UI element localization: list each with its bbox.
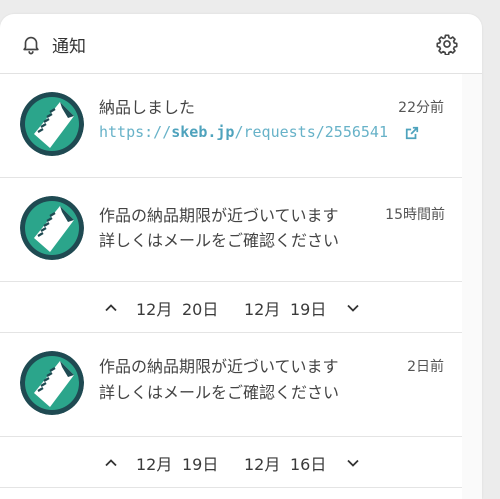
notification-item[interactable]: 作品の納品期限が近づいています 15時間前 詳しくはメールをご確認ください (0, 178, 462, 282)
date-from-month: 12月 (136, 455, 173, 474)
notification-time: 15時間前 (385, 207, 445, 223)
notification-panel: 通知 納品しました 22分前 https://skeb.jp/requests/… (0, 14, 482, 499)
link-prefix: https:// (99, 123, 172, 141)
notification-time: 2日前 (407, 359, 444, 375)
date-to-month: 12月 (244, 300, 281, 319)
link-domain: skeb.jp (171, 123, 235, 141)
panel-title: 通知 (52, 37, 86, 57)
avatar (20, 351, 84, 415)
panel-header: 通知 (0, 14, 482, 74)
notification-time: 22分前 (398, 100, 444, 116)
notification-message: 納品しました (99, 98, 196, 117)
notification-item[interactable]: 作品の納品期限が近づいています 2日前 詳しくはメールをご確認ください (0, 333, 462, 437)
date-from-month: 12月 (136, 300, 173, 319)
external-link-icon[interactable] (405, 126, 419, 140)
bell-icon (23, 36, 39, 55)
avatar (20, 92, 84, 156)
notification-list: 納品しました 22分前 https://skeb.jp/requests/255… (0, 74, 462, 499)
notification-item[interactable]: 納品しました 22分前 https://skeb.jp/requests/255… (0, 74, 462, 178)
notification-message: 作品の納品期限が近づいています (99, 206, 339, 225)
date-from-day: 20日 (182, 300, 219, 319)
avatar (20, 196, 84, 260)
chevron-down-icon[interactable] (346, 456, 360, 470)
request-link[interactable]: https://skeb.jp/requests/2556541 (99, 123, 388, 141)
date-pager: 12月 20日 12月 19日 (0, 282, 462, 333)
date-to-month: 12月 (244, 455, 281, 474)
notification-detail: 詳しくはメールをご確認ください (99, 231, 340, 250)
date-from-day: 19日 (182, 455, 219, 474)
chevron-down-icon[interactable] (346, 301, 360, 315)
notification-message: 作品の納品期限が近づいています (99, 357, 339, 376)
notification-detail: 詳しくはメールをご確認ください (99, 383, 340, 402)
chevron-up-icon[interactable] (104, 456, 118, 470)
chevron-up-icon[interactable] (104, 301, 118, 315)
scrollbar[interactable] (462, 74, 482, 499)
date-to-day: 19日 (290, 300, 327, 319)
link-path: /requests/2556541 (234, 123, 388, 141)
gear-icon[interactable] (436, 33, 458, 55)
date-pager: 12月 19日 12月 16日 (0, 437, 462, 488)
date-to-day: 16日 (290, 455, 327, 474)
